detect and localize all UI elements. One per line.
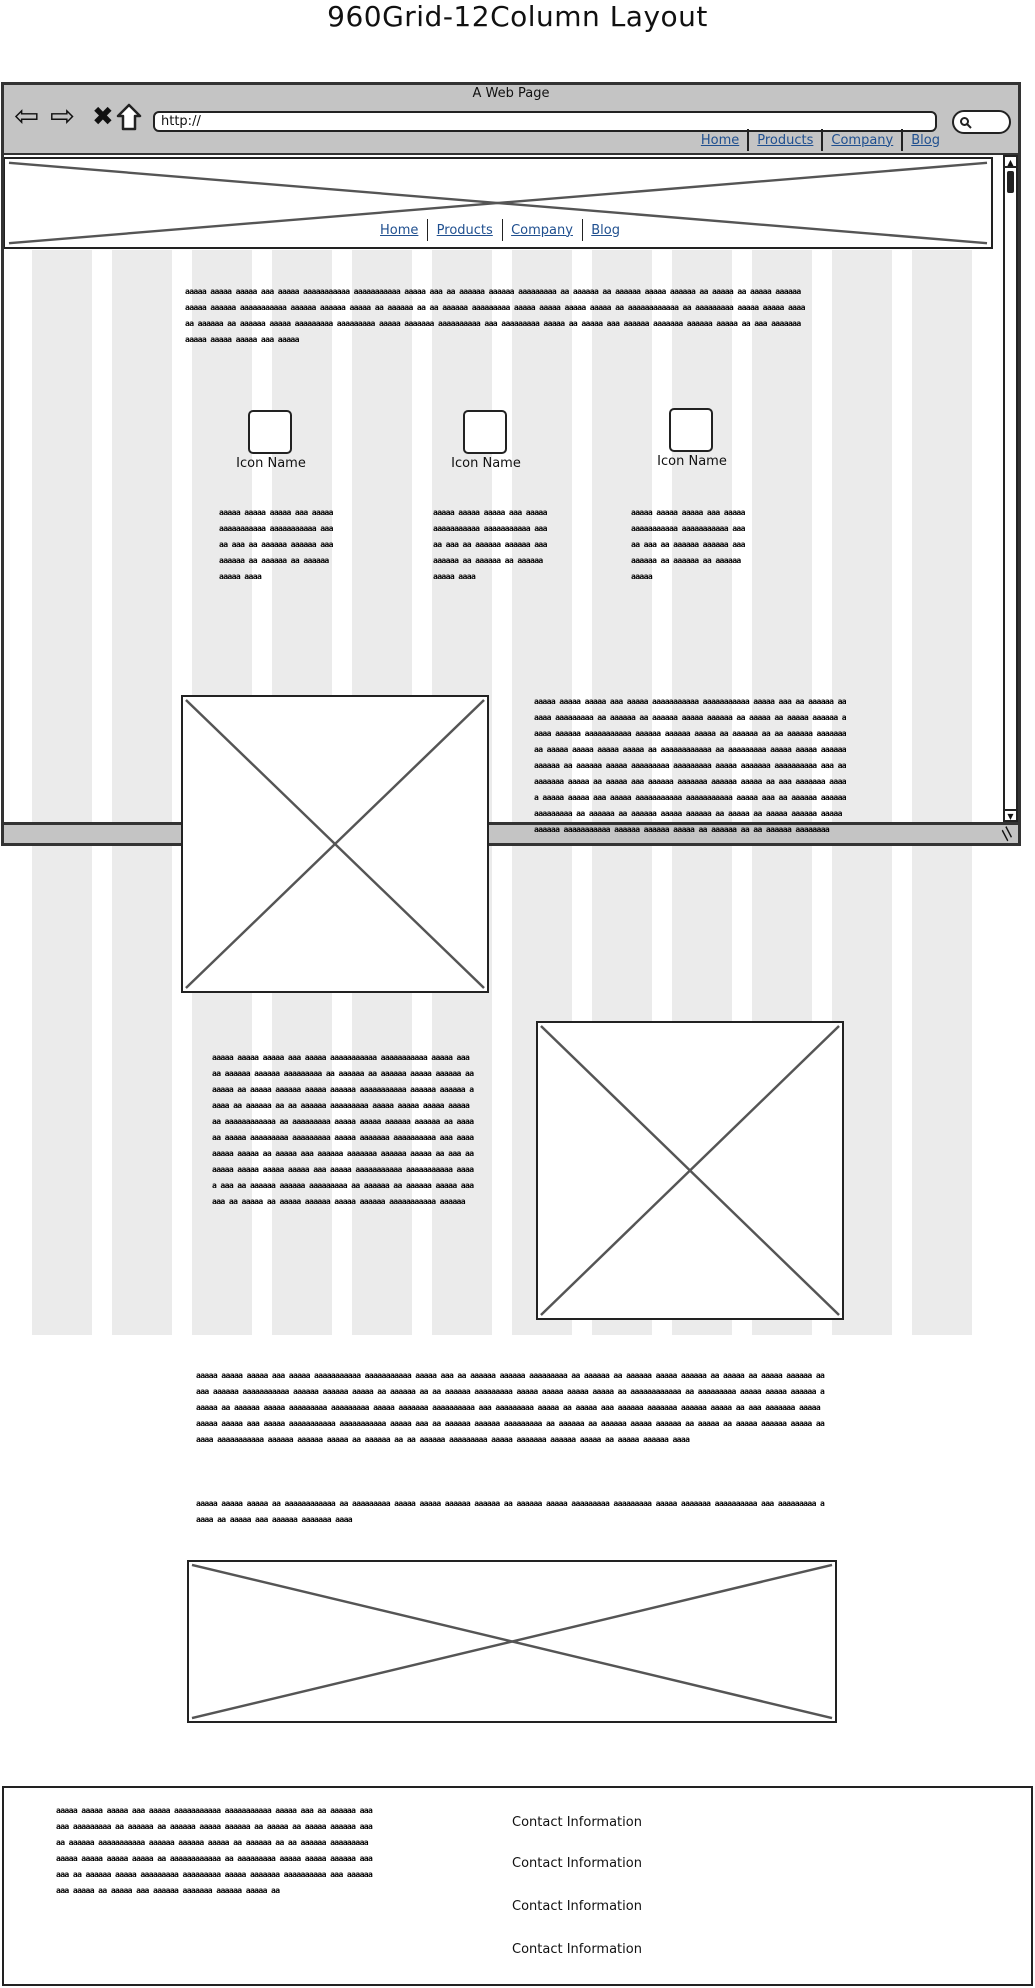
wide-image-placeholder [187,1560,837,1723]
scroll-thumb[interactable] [1007,171,1014,193]
body-text-3: aaaaa aaaaa aaaaa aaa aaaaa aaaaaaaaaaa … [196,1371,825,1444]
browser-window [1,82,1021,846]
scroll-up-arrow-icon[interactable]: ▲ [1005,157,1016,168]
image-placeholder-1 [181,695,489,993]
browser-status-bar [1,822,1021,846]
contact-info-3: Contact Information [512,1899,642,1914]
page-title: 960Grid-12Column Layout [327,0,708,33]
scroll-down-arrow-icon[interactable]: ▼ [1005,809,1016,821]
vertical-scrollbar[interactable]: ▲ ▼ [1003,155,1018,822]
image-placeholder-2 [536,1021,844,1320]
body-text-2: aaaaa aaaaa aaaaa aaa aaaaa aaaaaaaaaaa … [212,1053,474,1206]
body-text-4: aaaaa aaaaa aaaaa aa aaaaaaaaaaaa aa aaa… [196,1499,825,1524]
contact-info-1: Contact Information [512,1815,642,1830]
body-text-1: aaaaa aaaaa aaaaa aaa aaaaa aaaaaaaaaaa … [534,697,846,834]
contact-info-2: Contact Information [512,1856,642,1871]
contact-info-4: Contact Information [512,1942,642,1957]
footer-text: aaaaa aaaaa aaaaa aaa aaaaa aaaaaaaaaaa … [56,1806,373,1895]
